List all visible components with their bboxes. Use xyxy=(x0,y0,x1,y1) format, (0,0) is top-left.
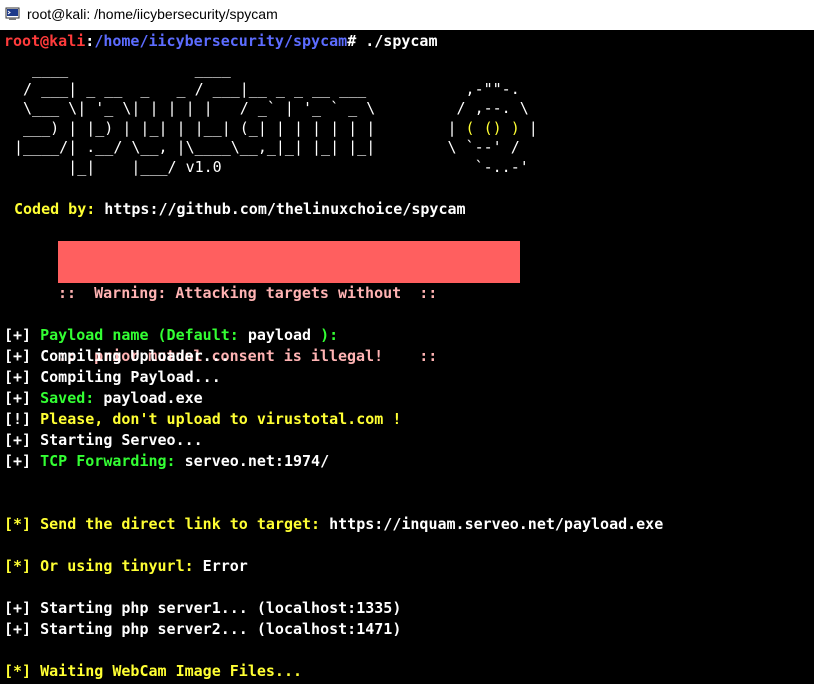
log-line: [+] Starting php server2... (localhost:1… xyxy=(4,619,401,640)
log-text: Payload name (Default: xyxy=(31,326,248,344)
log-line: [+] Starting php server1... (localhost:1… xyxy=(4,598,401,619)
payload-link[interactable]: https://inquam.serveo.net/payload.exe xyxy=(320,515,663,533)
log-tag: [+] xyxy=(4,389,32,407)
log-text: ): xyxy=(311,326,339,344)
log-value: serveo.net:1974/ xyxy=(175,452,330,470)
log-tag: [*] xyxy=(4,515,32,533)
terminal-icon xyxy=(5,7,20,20)
ascii-banner: ____ ____ / ___| _ __ _ _ / ___|__ _ _ _… xyxy=(14,60,538,177)
log-label: TCP Forwarding: xyxy=(31,452,176,470)
log-line: [!] Please, don't upload to virustotal.c… xyxy=(4,409,401,430)
window-titlebar: root@kali: /home/iicybersecurity/spycam xyxy=(0,0,814,30)
log-label: Send the direct link to target: xyxy=(31,515,321,533)
banner-line: / ___| _ __ _ _ / ___|__ _ _ __ ___ ,-""… xyxy=(14,79,520,98)
log-tag: [*] xyxy=(4,557,32,575)
banner-line: |____/| .__/ \__, |\____\__,_|_| |_| |_|… xyxy=(14,138,520,156)
window-title: root@kali: /home/iicybersecurity/spycam xyxy=(27,6,278,22)
log-label: Or using tinyurl: xyxy=(31,557,194,575)
log-tag: [+] xyxy=(4,368,32,386)
log-line: [*] Send the direct link to target: http… xyxy=(4,514,663,535)
coded-by-line: Coded by: https://github.com/thelinuxcho… xyxy=(14,199,466,220)
log-line: [+] Payload name (Default: payload ): xyxy=(4,325,338,346)
banner-line: \___ \| '_ \| | | | | / _` | '_ ` _ \ / … xyxy=(14,99,529,117)
log-label: Saved: xyxy=(31,389,95,407)
banner-line: ___) | |_) | |_| | |__| (_| | | | | | | … xyxy=(14,118,466,137)
prompt-command: ./spycam xyxy=(356,32,438,50)
coded-by-label: Coded by: xyxy=(14,200,96,218)
log-tag: [*] xyxy=(4,662,32,680)
log-tag: [+] xyxy=(4,431,32,449)
terminal-area[interactable]: root@kali:/home/iicybersecurity/spycam# … xyxy=(0,30,814,684)
prompt-line: root@kali:/home/iicybersecurity/spycam# … xyxy=(4,31,438,52)
prompt-symbol: # xyxy=(347,32,357,50)
log-text: Starting Serveo... xyxy=(31,431,203,449)
log-text: Compiling Uploader... xyxy=(31,347,230,365)
log-text: Starting php server2... (localhost:1471) xyxy=(31,620,402,638)
banner-line: | xyxy=(519,118,538,137)
log-line: [*] Or using tinyurl: Error xyxy=(4,556,248,577)
log-tag: [+] xyxy=(4,620,32,638)
prompt-user-host: root@kali xyxy=(4,32,86,50)
log-tag: [+] xyxy=(4,347,32,365)
prompt-path: /home/iicybersecurity/spycam xyxy=(94,32,348,50)
log-line: [+] Starting Serveo... xyxy=(4,430,203,451)
log-tag: [+] xyxy=(4,326,32,344)
version-label: v1.0 xyxy=(185,157,222,176)
log-value: payload.exe xyxy=(94,389,203,407)
banner-eye: ( () ) xyxy=(465,118,520,137)
log-tag: [!] xyxy=(4,410,32,428)
log-line: [+] Saved: payload.exe xyxy=(4,388,203,409)
log-tag: [+] xyxy=(4,452,32,470)
log-line: [+] Compiling Uploader... xyxy=(4,346,230,367)
log-line: [*] Waiting WebCam Image Files... xyxy=(4,661,302,682)
coded-by-url: https://github.com/thelinuxchoice/spycam xyxy=(95,200,466,218)
banner-line: |_| |___/ xyxy=(14,157,186,176)
banner-line: ____ ____ xyxy=(14,60,231,78)
banner-line: `-..-' xyxy=(221,157,529,176)
log-text: Starting php server1... (localhost:1335) xyxy=(31,599,402,617)
log-text: Compiling Payload... xyxy=(31,368,221,386)
log-value: Error xyxy=(193,557,248,575)
warning-box: :: Warning: Attacking targets without ::… xyxy=(58,241,520,365)
log-text: Waiting WebCam Image Files... xyxy=(31,662,303,680)
warning-line-1: :: Warning: Attacking targets without :: xyxy=(58,284,438,302)
log-line: [+] TCP Forwarding: serveo.net:1974/ xyxy=(4,451,329,472)
log-line: [+] Compiling Payload... xyxy=(4,367,221,388)
log-tag: [+] xyxy=(4,599,32,617)
log-value: payload xyxy=(247,326,312,344)
log-text: Please, don't upload to virustotal.com ! xyxy=(31,410,402,428)
prompt-sep: : xyxy=(85,32,95,50)
